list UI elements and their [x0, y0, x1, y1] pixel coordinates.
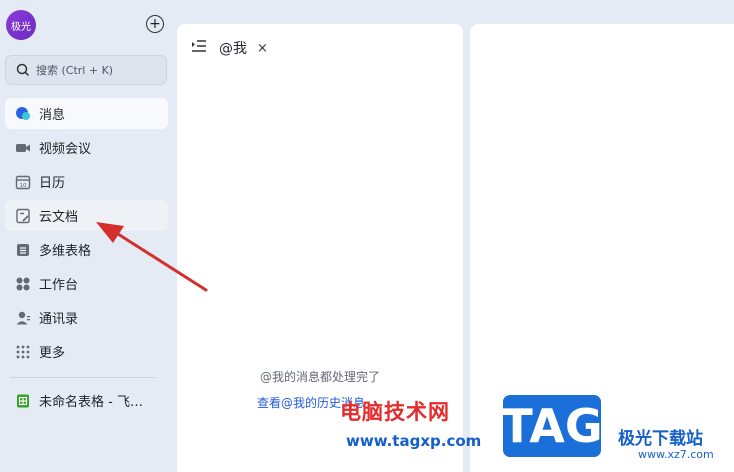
tag-logo: TAG [500, 392, 604, 460]
search-placeholder: 搜索 (Ctrl + K) [36, 64, 114, 77]
search-input[interactable]: 搜索 (Ctrl + K) [5, 55, 167, 85]
watermark-brand-name: 极光下载站 [618, 429, 703, 449]
doc-icon [15, 208, 31, 224]
sheet-icon [15, 393, 31, 409]
base-icon [15, 242, 31, 258]
sidebar-item-video-meeting[interactable]: 视频会议 [5, 132, 168, 163]
calendar-icon-date: 10 [20, 182, 27, 188]
add-button[interactable]: + [146, 15, 164, 33]
sidebar-item-label: 消息 [39, 108, 66, 123]
sidebar-item-messages[interactable]: 消息 [5, 98, 168, 129]
sidebar-item-label: 多维表格 [39, 244, 92, 259]
search-icon [16, 63, 30, 77]
close-icon[interactable]: × [257, 41, 268, 56]
workspace-icon [15, 276, 31, 292]
sidebar-item-base[interactable]: 多维表格 [5, 234, 168, 265]
sidebar-item-label: 工作台 [39, 278, 79, 293]
message-icon [15, 106, 31, 122]
watermark-brand-url: www.xz7.com [638, 448, 714, 461]
avatar[interactable]: 极光 [6, 10, 36, 40]
sidebar-item-docs[interactable]: 云文档 [5, 200, 168, 231]
sidebar-divider [10, 377, 156, 378]
sidebar-item-label: 日历 [39, 176, 66, 191]
watermark-site-url: www.tagxp.com [346, 432, 482, 450]
video-icon [15, 140, 31, 156]
plus-icon: + [149, 16, 161, 32]
more-icon [15, 344, 31, 360]
watermark-site-name: 电脑技术网 [340, 400, 450, 424]
sidebar-item-label: 通讯录 [39, 312, 79, 327]
sidebar-item-more[interactable]: 更多 [5, 336, 168, 367]
contacts-icon [15, 310, 31, 326]
sidebar-item-calendar[interactable]: 10 日历 [5, 166, 168, 197]
recent-item-label: 未命名表格 - 飞… [39, 395, 143, 410]
sidebar-item-contacts[interactable]: 通讯录 [5, 302, 168, 333]
calendar-icon: 10 [15, 174, 31, 190]
sidebar: 极光 + 搜索 (Ctrl + K) 消息 视频会议 10 日历 云文档 多维表… [0, 0, 176, 472]
list-toggle-icon[interactable] [191, 39, 207, 57]
panel-title: @我 [219, 41, 247, 57]
recent-item-sheet[interactable]: 未命名表格 - 飞… [5, 385, 168, 416]
empty-state-message: @我的消息都处理完了 [259, 370, 380, 384]
sidebar-item-label: 更多 [39, 346, 66, 361]
panel-header: @我 × [191, 38, 268, 58]
sidebar-item-label: 视频会议 [39, 142, 92, 157]
sidebar-item-workspace[interactable]: 工作台 [5, 268, 168, 299]
sidebar-item-label: 云文档 [39, 210, 79, 225]
